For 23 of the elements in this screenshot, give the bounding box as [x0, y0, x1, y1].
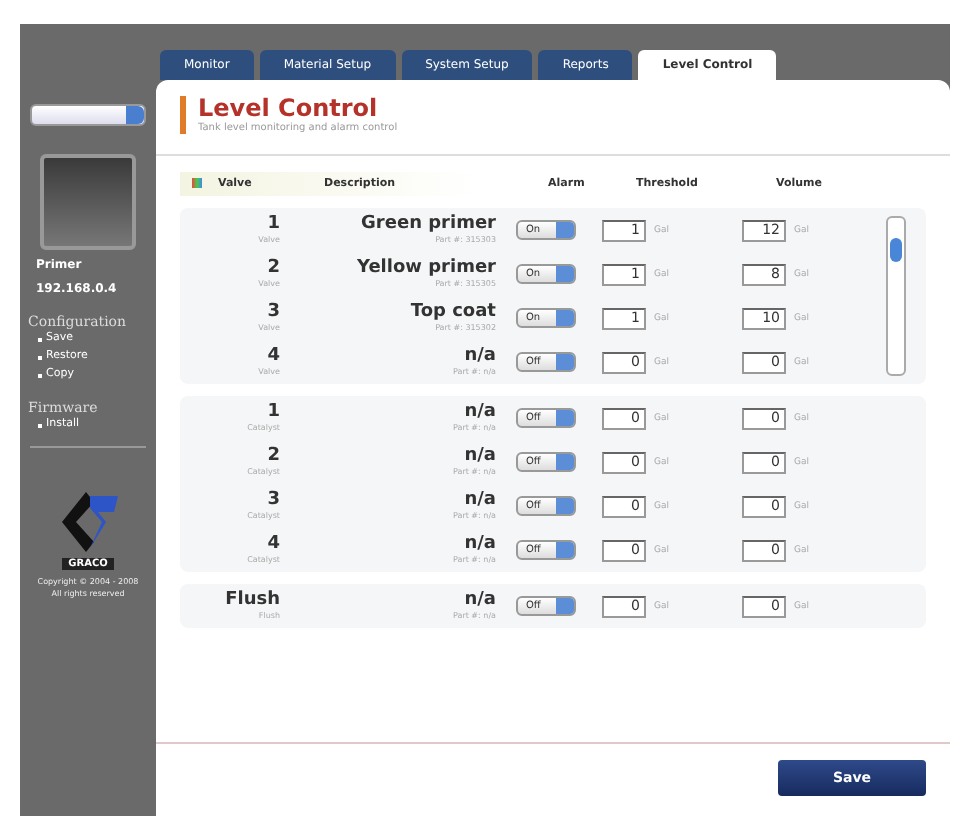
- device-image-placeholder: [40, 154, 136, 250]
- valve-number: 1: [267, 216, 280, 235]
- page-title: Level Control: [198, 96, 380, 122]
- material-name: Top coat: [410, 304, 496, 323]
- material-name: n/a: [464, 592, 496, 611]
- material-name: n/a: [464, 448, 496, 467]
- valve-number: 1: [267, 404, 280, 423]
- language-dropdown[interactable]: [30, 104, 146, 126]
- valve-number: 3: [267, 492, 280, 511]
- material-name: n/a: [464, 536, 496, 555]
- material-name: n/a: [464, 348, 496, 367]
- valve-number: 2: [267, 260, 280, 279]
- material-name: n/a: [464, 492, 496, 511]
- valve-number: 4: [267, 536, 280, 555]
- scrollbar[interactable]: [886, 216, 906, 377]
- material-name: Yellow primer: [357, 260, 496, 279]
- valve-number: Flush: [225, 592, 280, 611]
- valve-number: 4: [267, 348, 280, 367]
- material-name: Green primer: [361, 216, 496, 235]
- valve-number: 3: [267, 304, 280, 323]
- valve-icon: [192, 178, 202, 188]
- valve-number: 2: [267, 448, 280, 467]
- material-name: n/a: [464, 404, 496, 423]
